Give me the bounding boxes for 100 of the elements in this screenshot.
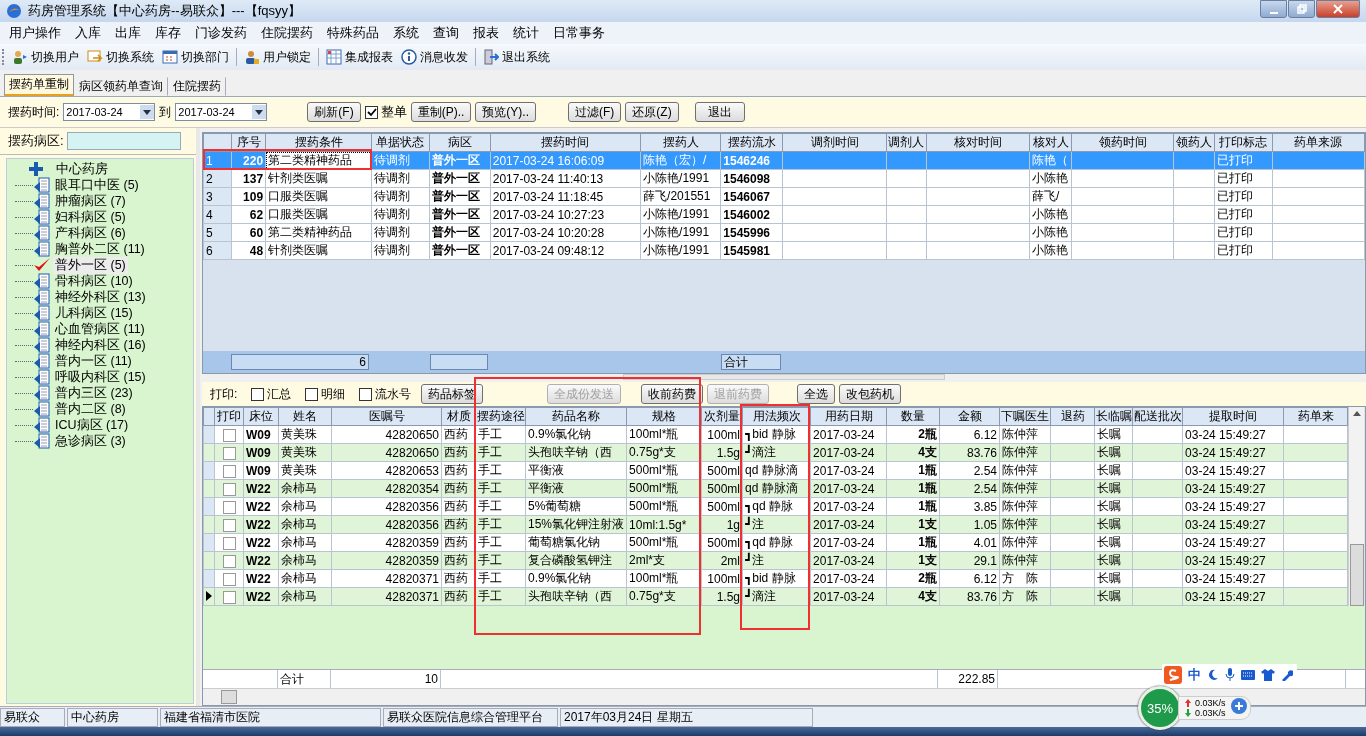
column-header[interactable]: 提取时间 bbox=[1182, 407, 1284, 426]
toolbar-button[interactable]: 还原(Z) bbox=[625, 102, 679, 122]
date-dropdown[interactable]: 2017-03-24 bbox=[175, 103, 268, 121]
menu-item[interactable]: 入库 bbox=[68, 24, 108, 42]
tree-item[interactable]: 普内三区 (23) bbox=[53, 384, 135, 402]
toolbar-button[interactable]: 重制(P).. bbox=[410, 102, 472, 122]
toolbar-button[interactable]: 用户锁定 bbox=[241, 48, 314, 66]
column-header[interactable]: 材质 bbox=[441, 407, 476, 426]
column-header[interactable]: 摆药途径 bbox=[475, 407, 526, 426]
scroll-up-icon[interactable] bbox=[1352, 410, 1361, 416]
toolbar-button[interactable]: 过滤(F) bbox=[568, 102, 622, 122]
menu-item[interactable]: 库存 bbox=[148, 24, 188, 42]
column-header[interactable]: 长临嘱 bbox=[1094, 407, 1133, 426]
column-header[interactable]: 医嘱号 bbox=[331, 407, 442, 426]
menu-item[interactable]: 门诊发药 bbox=[188, 24, 254, 42]
column-header[interactable]: 调剂时间 bbox=[782, 133, 887, 152]
horizontal-scrollbar[interactable] bbox=[203, 688, 1365, 705]
tree-item[interactable]: ICU病区 (17) bbox=[53, 416, 131, 434]
column-header[interactable]: 摆药人 bbox=[640, 133, 721, 152]
column-header[interactable]: 摆药流水 bbox=[720, 133, 783, 152]
tree-item[interactable]: 胸普外二区 (11) bbox=[53, 240, 147, 258]
column-header[interactable]: 药单来源 bbox=[1272, 133, 1365, 152]
tree-item[interactable]: 急诊病区 (3) bbox=[53, 432, 128, 450]
print-option-checkbox[interactable]: 明细 bbox=[305, 385, 346, 403]
toolbar-button[interactable]: 改包药机 bbox=[839, 384, 902, 404]
tree-item[interactable]: 中心药房 bbox=[54, 160, 110, 178]
row-checkbox[interactable] bbox=[222, 590, 236, 604]
column-header[interactable]: 床位 bbox=[243, 407, 279, 426]
column-header[interactable]: 药单来 bbox=[1283, 407, 1348, 426]
minimize-button[interactable] bbox=[1260, 0, 1287, 18]
tree-item[interactable]: 骨科病区 (10) bbox=[53, 272, 135, 290]
tree-item[interactable]: 神经内科区 (16) bbox=[53, 336, 148, 354]
tab[interactable]: 摆药单重制 bbox=[4, 74, 74, 96]
row-checkbox[interactable] bbox=[222, 446, 236, 460]
print-option-checkbox[interactable]: 流水号 bbox=[359, 385, 412, 403]
tree-item[interactable]: 妇科病区 (5) bbox=[53, 208, 128, 226]
menu-item[interactable]: 报表 bbox=[466, 24, 506, 42]
restore-button[interactable] bbox=[1288, 0, 1315, 18]
toolbar-button[interactable]: 切换部门 bbox=[159, 48, 232, 66]
toolbar-button[interactable]: 集成报表 bbox=[323, 48, 396, 66]
tree-item[interactable]: 眼耳口中医 (5) bbox=[53, 176, 141, 194]
menu-item[interactable]: 日常事务 bbox=[546, 24, 612, 42]
print-option-checkbox[interactable]: 汇总 bbox=[251, 385, 292, 403]
whole-order-checkbox[interactable]: 整单 bbox=[364, 103, 407, 121]
column-header[interactable]: 退药 bbox=[1050, 407, 1095, 426]
toolbar-button[interactable]: 切换用户 bbox=[9, 48, 82, 66]
column-header[interactable]: 用法频次 bbox=[742, 407, 811, 426]
tree-item[interactable]: 肿瘤病区 (7) bbox=[53, 192, 128, 210]
menu-item[interactable]: 用户操作 bbox=[2, 24, 68, 42]
column-header[interactable]: 调剂人 bbox=[886, 133, 927, 152]
column-header[interactable]: 配送批次 bbox=[1132, 407, 1183, 426]
tree-item[interactable]: 产科病区 (6) bbox=[53, 224, 128, 242]
date-dropdown[interactable]: 2017-03-24 bbox=[63, 103, 156, 121]
column-header[interactable]: 病区 bbox=[429, 133, 491, 152]
toolbar-button[interactable]: 收前药费 bbox=[641, 384, 704, 404]
ime-mode[interactable]: 中 bbox=[1188, 666, 1201, 684]
tree-item[interactable]: 心血管病区 (11) bbox=[53, 320, 147, 338]
refresh-button[interactable]: 刷新(F) bbox=[307, 102, 361, 122]
ward-input-field[interactable] bbox=[66, 132, 181, 150]
column-header[interactable]: 摆药时间 bbox=[490, 133, 641, 152]
menu-item[interactable]: 住院摆药 bbox=[254, 24, 320, 42]
row-checkbox[interactable] bbox=[222, 536, 236, 550]
column-header[interactable]: 核对人 bbox=[1029, 133, 1072, 152]
column-header[interactable]: 领药时间 bbox=[1071, 133, 1174, 152]
row-checkbox[interactable] bbox=[222, 554, 236, 568]
column-header[interactable]: 打印标志 bbox=[1214, 133, 1273, 152]
vertical-scrollbar[interactable] bbox=[1348, 407, 1365, 606]
tree-item[interactable]: 呼吸内科区 (15) bbox=[53, 368, 148, 386]
column-header[interactable]: 规格 bbox=[626, 407, 702, 426]
toolbar-button[interactable]: 药品标签 bbox=[421, 384, 484, 404]
tree-item[interactable]: 普内一区 (11) bbox=[53, 352, 134, 370]
menu-item[interactable]: 查询 bbox=[426, 24, 466, 42]
plus-icon[interactable] bbox=[1230, 698, 1247, 714]
column-header[interactable]: 药品名称 bbox=[525, 407, 627, 426]
ime-toolbar[interactable]: 中 bbox=[1162, 664, 1297, 686]
toolbar-button[interactable]: 消息收发 bbox=[398, 48, 471, 66]
menu-item[interactable]: 统计 bbox=[506, 24, 546, 42]
row-checkbox[interactable] bbox=[222, 500, 236, 514]
column-header[interactable]: 领药人 bbox=[1173, 133, 1214, 152]
column-header[interactable]: 打印 bbox=[214, 407, 244, 426]
row-checkbox[interactable] bbox=[222, 482, 236, 496]
column-header[interactable]: 下嘱医生 bbox=[999, 407, 1051, 426]
column-header[interactable]: 核对时间 bbox=[926, 133, 1030, 152]
toolbar-button[interactable]: 预览(Y).. bbox=[475, 102, 536, 122]
row-checkbox[interactable] bbox=[222, 518, 236, 532]
column-header[interactable]: 金额 bbox=[939, 407, 1000, 426]
column-header[interactable]: 用药日期 bbox=[810, 407, 887, 426]
tree-item[interactable]: 儿科病区 (15) bbox=[53, 304, 135, 322]
row-checkbox[interactable] bbox=[222, 464, 236, 478]
close-button[interactable] bbox=[1316, 0, 1360, 18]
column-header[interactable]: 姓名 bbox=[278, 407, 332, 426]
row-checkbox[interactable] bbox=[222, 428, 236, 442]
toolbar-button[interactable]: 切换系统 bbox=[84, 48, 157, 66]
tree-item[interactable]: 普外一区 (5) bbox=[53, 256, 128, 274]
column-header[interactable]: 数量 bbox=[886, 407, 940, 426]
tree-item[interactable]: 神经外科区 (13) bbox=[53, 288, 148, 306]
toolbar-button[interactable]: 全选 bbox=[797, 384, 836, 404]
menu-item[interactable]: 出库 bbox=[108, 24, 148, 42]
toolbar-button[interactable]: 退出系统 bbox=[480, 48, 553, 66]
row-checkbox[interactable] bbox=[222, 572, 236, 586]
